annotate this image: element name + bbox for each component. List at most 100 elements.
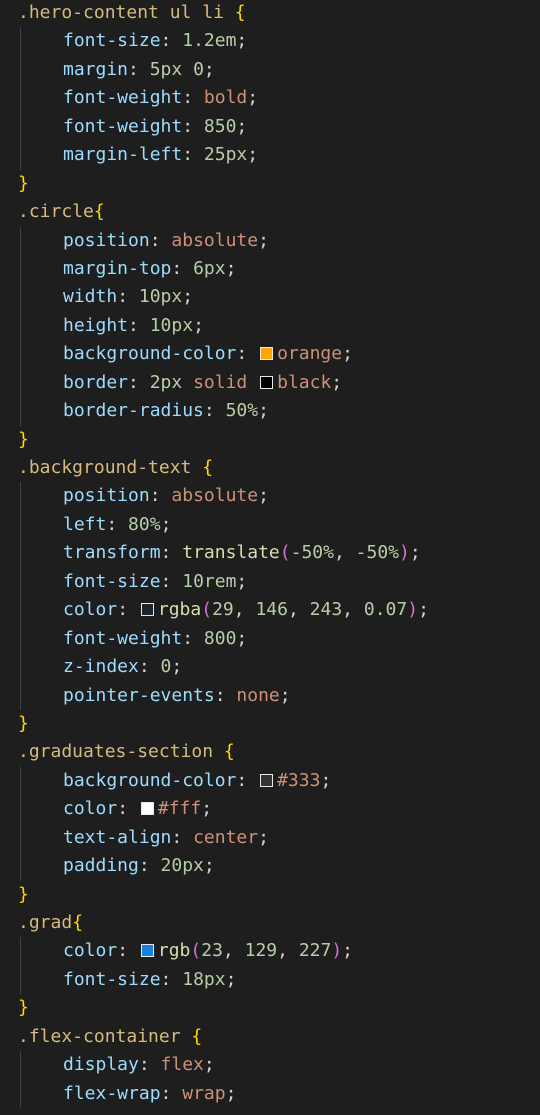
color-swatch-icon[interactable] bbox=[140, 802, 154, 816]
css-value-token: 6px bbox=[193, 257, 226, 279]
code-line[interactable]: color: rgba(29, 146, 243, 0.07); bbox=[0, 596, 540, 625]
code-line[interactable]: width: 10px; bbox=[0, 283, 540, 312]
code-line[interactable]: display: flex; bbox=[0, 1051, 540, 1080]
semicolon: ; bbox=[258, 485, 269, 507]
css-value-token: , bbox=[233, 599, 256, 621]
code-line[interactable]: text-align: center; bbox=[0, 823, 540, 853]
indent-guide bbox=[20, 510, 21, 540]
colon: : bbox=[128, 58, 150, 80]
css-value-token: 227 bbox=[298, 940, 332, 962]
colon: : bbox=[236, 769, 259, 791]
code-line[interactable]: .flex-container { bbox=[0, 1023, 540, 1051]
colon: : bbox=[160, 1082, 183, 1104]
semicolon: ; bbox=[342, 343, 353, 365]
color-swatch-icon[interactable] bbox=[260, 773, 274, 787]
css-property: font-weight bbox=[63, 115, 183, 137]
css-property: font-size bbox=[63, 30, 161, 52]
code-line[interactable]: margin-top: 6px; bbox=[0, 254, 540, 284]
colon: : bbox=[182, 144, 204, 166]
css-value-token: 20px bbox=[160, 855, 204, 877]
code-line[interactable]: color: #fff; bbox=[0, 795, 540, 824]
code-line[interactable]: .background-text { bbox=[0, 454, 540, 482]
colon: : bbox=[182, 627, 204, 649]
css-value-token: solid bbox=[193, 371, 248, 393]
indent-guide bbox=[20, 55, 21, 85]
code-line[interactable]: padding: 20px; bbox=[0, 852, 540, 881]
css-property: flex-wrap bbox=[63, 1082, 161, 1104]
css-value-token: , bbox=[342, 599, 364, 621]
code-line[interactable]: pointer-events: none; bbox=[0, 681, 540, 710]
color-swatch-icon[interactable] bbox=[260, 347, 274, 361]
open-brace: { bbox=[93, 201, 105, 223]
colon: : bbox=[171, 257, 194, 279]
css-property: left bbox=[63, 513, 107, 535]
color-swatch-icon[interactable] bbox=[140, 944, 154, 958]
code-line[interactable]: border-radius: 50%; bbox=[0, 397, 540, 426]
css-value-token: , bbox=[277, 940, 299, 962]
color-swatch-icon[interactable] bbox=[260, 375, 274, 389]
code-line[interactable]: border: 2px solid black; bbox=[0, 368, 540, 398]
code-line[interactable]: transform: translate(-50%, -50%); bbox=[0, 539, 540, 568]
code-line[interactable]: background-color: #333; bbox=[0, 766, 540, 796]
semicolon: ; bbox=[225, 257, 237, 279]
code-line[interactable]: font-size: 10rem; bbox=[0, 567, 540, 597]
css-property: margin-top bbox=[63, 257, 172, 279]
code-line[interactable]: z-index: 0; bbox=[0, 653, 540, 682]
code-line[interactable]: background-color: orange; bbox=[0, 340, 540, 369]
code-line[interactable]: .hero-content ul li { bbox=[0, 0, 540, 27]
code-line[interactable]: margin: 5px 0; bbox=[0, 55, 540, 85]
semicolon: ; bbox=[236, 30, 248, 52]
css-value-token: 0.07 bbox=[363, 599, 408, 621]
code-line[interactable]: } bbox=[0, 710, 540, 738]
code-line[interactable]: left: 80%; bbox=[0, 510, 540, 540]
color-swatch-icon[interactable] bbox=[140, 603, 154, 617]
code-line[interactable]: } bbox=[0, 426, 540, 454]
code-line[interactable]: font-size: 1.2em; bbox=[0, 27, 540, 56]
css-property: font-weight bbox=[63, 627, 183, 649]
colon: : bbox=[106, 513, 129, 535]
semicolon: ; bbox=[331, 371, 343, 393]
code-line[interactable]: .grad{ bbox=[0, 909, 540, 937]
indent-guide bbox=[20, 482, 21, 511]
css-value-token: 1.2em bbox=[182, 30, 237, 52]
code-line[interactable]: font-weight: bold; bbox=[0, 84, 540, 113]
code-line[interactable]: position: absolute; bbox=[0, 482, 540, 511]
code-line[interactable]: .graduates-section { bbox=[0, 738, 540, 766]
semicolon: ; bbox=[236, 115, 248, 137]
code-line[interactable]: height: 10px; bbox=[0, 311, 540, 341]
colon: : bbox=[149, 229, 172, 251]
code-editor[interactable]: .hero-content ul li {font-size: 1.2em; ma… bbox=[0, 0, 540, 1109]
semicolon: ; bbox=[258, 826, 269, 848]
code-line[interactable]: font-weight: 850; bbox=[0, 112, 540, 142]
indent-guide bbox=[20, 539, 21, 568]
semicolon: ; bbox=[236, 570, 248, 592]
css-value-token: orange bbox=[277, 343, 343, 365]
colon: : bbox=[236, 343, 259, 365]
semicolon: ; bbox=[203, 855, 215, 877]
css-value-token: #333 bbox=[277, 769, 321, 791]
code-line[interactable]: .circle{ bbox=[0, 198, 540, 226]
code-line[interactable]: position: absolute; bbox=[0, 226, 540, 255]
semicolon: ; bbox=[182, 286, 194, 308]
css-value-token: 50% bbox=[225, 400, 259, 422]
code-line[interactable]: flex-wrap: wrap; bbox=[0, 1079, 540, 1109]
colon: : bbox=[117, 599, 139, 621]
css-value-token: rgba bbox=[157, 599, 202, 621]
semicolon: ; bbox=[418, 599, 429, 621]
code-line[interactable]: } bbox=[0, 994, 540, 1022]
code-line[interactable]: } bbox=[0, 170, 540, 198]
css-selector: .grad bbox=[18, 912, 73, 933]
css-value-token: 25px bbox=[203, 144, 248, 166]
css-value-token: -50% bbox=[355, 542, 400, 564]
code-line[interactable]: margin-left: 25px; bbox=[0, 141, 540, 170]
code-line[interactable]: font-size: 18px; bbox=[0, 965, 540, 995]
css-value-token: #fff bbox=[157, 798, 202, 820]
code-line[interactable]: font-weight: 800; bbox=[0, 624, 540, 654]
css-property: border bbox=[63, 371, 129, 393]
colon: : bbox=[117, 286, 139, 308]
semicolon: ; bbox=[258, 400, 269, 422]
code-line[interactable]: color: rgb(23, 129, 227); bbox=[0, 937, 540, 966]
semicolon: ; bbox=[203, 1054, 215, 1076]
code-line[interactable]: } bbox=[0, 881, 540, 909]
